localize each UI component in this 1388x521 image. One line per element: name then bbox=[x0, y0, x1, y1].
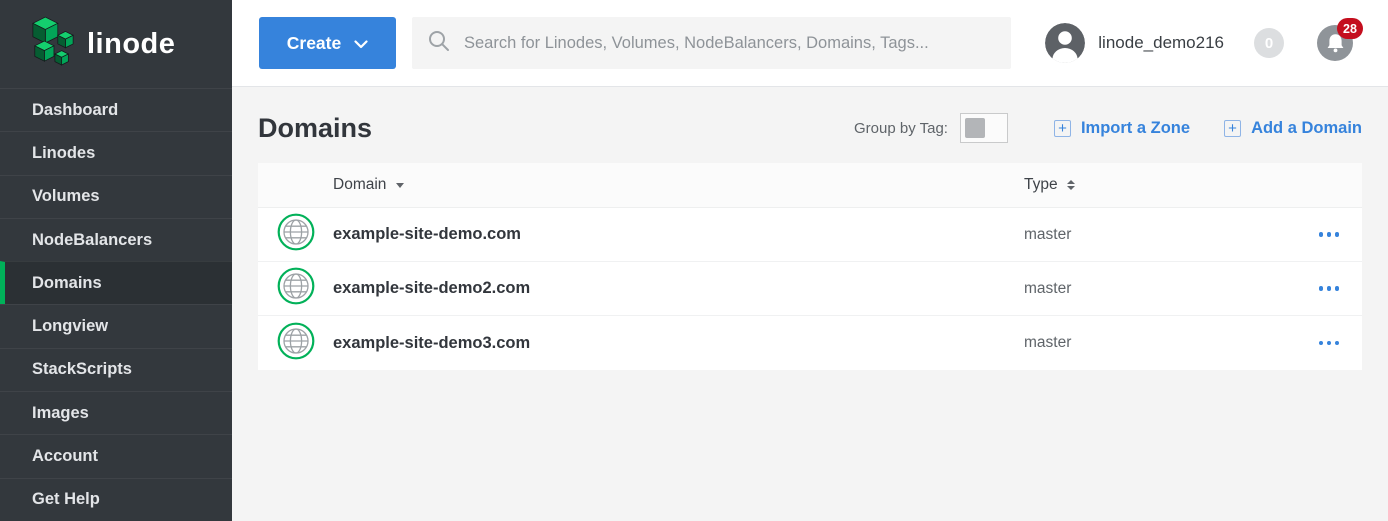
chevron-down-icon bbox=[354, 33, 368, 54]
group-by-tag-label: Group by Tag: bbox=[854, 120, 948, 137]
add-a-domain-link[interactable]: Add a Domain bbox=[1224, 119, 1362, 138]
sort-by-domain[interactable]: Domain bbox=[333, 176, 404, 194]
sidebar-item-volumes[interactable]: Volumes bbox=[0, 175, 232, 218]
page-title: Domains bbox=[258, 113, 372, 144]
create-button[interactable]: Create bbox=[259, 17, 396, 69]
sidebar: linode Dashboard Linodes Volumes NodeBal… bbox=[0, 0, 232, 521]
row-actions-ellipsis-icon[interactable] bbox=[1317, 280, 1342, 297]
sidebar-item-get-help[interactable]: Get Help bbox=[0, 478, 232, 521]
globe-icon bbox=[277, 213, 315, 256]
table-header-row: Domain Type bbox=[258, 163, 1362, 208]
sidebar-item-linodes[interactable]: Linodes bbox=[0, 131, 232, 174]
row-actions-ellipsis-icon[interactable] bbox=[1317, 335, 1342, 352]
sort-desc-icon bbox=[396, 183, 404, 188]
row-actions-ellipsis-icon[interactable] bbox=[1317, 226, 1342, 243]
search-input[interactable] bbox=[464, 34, 996, 53]
linode-logo-icon bbox=[30, 16, 76, 73]
domain-link[interactable]: example-site-demo3.com bbox=[333, 334, 530, 353]
type-column-label: Type bbox=[1024, 176, 1058, 194]
sidebar-item-stackscripts[interactable]: StackScripts bbox=[0, 348, 232, 391]
user-avatar[interactable] bbox=[1045, 23, 1085, 63]
import-a-zone-link[interactable]: Import a Zone bbox=[1054, 119, 1190, 138]
column-header-type: Type bbox=[1024, 176, 1296, 194]
plus-box-icon bbox=[1224, 120, 1241, 137]
linode-logo[interactable]: linode bbox=[0, 0, 232, 88]
sort-by-type[interactable]: Type bbox=[1024, 176, 1296, 194]
header-controls: Group by Tag: Import a Zone Add a Domain bbox=[854, 113, 1362, 143]
table-row: example-site-demo2.com master bbox=[258, 262, 1362, 316]
sidebar-item-longview[interactable]: Longview bbox=[0, 304, 232, 347]
table-row: example-site-demo.com master bbox=[258, 208, 1362, 262]
row-icon-cell bbox=[258, 267, 333, 310]
domain-type: master bbox=[1024, 280, 1071, 297]
domain-link[interactable]: example-site-demo.com bbox=[333, 225, 521, 244]
create-button-label: Create bbox=[287, 33, 341, 54]
row-icon-cell bbox=[258, 213, 333, 256]
domain-type: master bbox=[1024, 334, 1071, 351]
add-a-domain-label: Add a Domain bbox=[1251, 119, 1362, 138]
sort-both-icon bbox=[1067, 180, 1075, 190]
toggle-knob bbox=[965, 118, 985, 138]
linode-wordmark: linode bbox=[87, 28, 175, 61]
sidebar-item-images[interactable]: Images bbox=[0, 391, 232, 434]
column-header-domain: Domain bbox=[333, 176, 1024, 194]
main-area: Create linode_demo216 0 bbox=[232, 0, 1388, 521]
row-icon-cell bbox=[258, 322, 333, 365]
sidebar-item-account[interactable]: Account bbox=[0, 434, 232, 477]
global-search[interactable] bbox=[412, 17, 1011, 69]
user-group: linode_demo216 0 28 bbox=[1045, 23, 1362, 63]
sidebar-nav: Dashboard Linodes Volumes NodeBalancers … bbox=[0, 88, 232, 521]
domains-table: Domain Type bbox=[258, 163, 1362, 370]
search-icon bbox=[427, 29, 451, 58]
sidebar-item-nodebalancers[interactable]: NodeBalancers bbox=[0, 218, 232, 261]
import-a-zone-label: Import a Zone bbox=[1081, 119, 1190, 138]
plus-box-icon bbox=[1054, 120, 1071, 137]
sidebar-item-domains[interactable]: Domains bbox=[0, 261, 232, 304]
domain-type: master bbox=[1024, 226, 1071, 243]
domain-column-label: Domain bbox=[333, 176, 386, 194]
community-count-badge[interactable]: 0 bbox=[1254, 28, 1284, 58]
domain-link[interactable]: example-site-demo2.com bbox=[333, 279, 530, 298]
globe-icon bbox=[277, 267, 315, 310]
top-bar: Create linode_demo216 0 bbox=[232, 0, 1388, 87]
notification-count-badge: 28 bbox=[1337, 18, 1363, 39]
username[interactable]: linode_demo216 bbox=[1098, 33, 1224, 53]
content: Domains Group by Tag: Import a Zone Add … bbox=[232, 87, 1388, 521]
page-header: Domains Group by Tag: Import a Zone Add … bbox=[258, 105, 1362, 151]
globe-icon bbox=[277, 322, 315, 365]
group-by-tag-toggle[interactable] bbox=[960, 113, 1008, 143]
sidebar-item-dashboard[interactable]: Dashboard bbox=[0, 88, 232, 131]
notifications-button[interactable]: 28 bbox=[1317, 25, 1353, 61]
table-row: example-site-demo3.com master bbox=[258, 316, 1362, 370]
